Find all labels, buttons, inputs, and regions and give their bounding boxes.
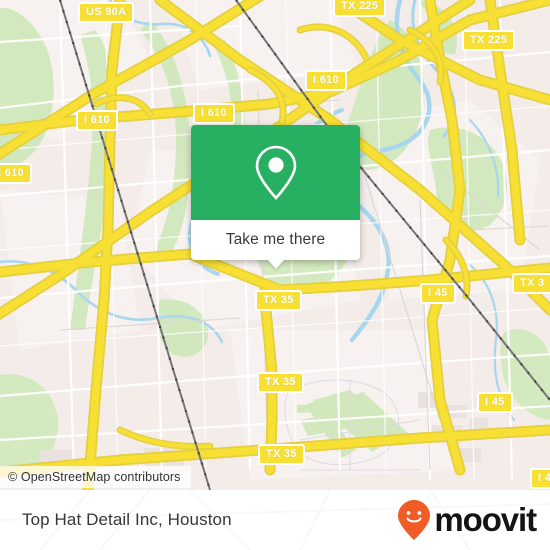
location-popup-card[interactable]: Take me there [191, 125, 360, 269]
road-shield: TX 225 [462, 30, 516, 51]
popup-header [191, 125, 360, 220]
road-shield: I 45 [530, 468, 550, 489]
moovit-wordmark: moovit [434, 501, 537, 538]
road-shield: TX 35 [255, 290, 302, 311]
road-shield: I 45 [420, 283, 456, 304]
road-shield: I 610 [76, 110, 118, 131]
page-footer: Top Hat Detail Inc, Houston moovit [0, 490, 550, 550]
popup-pointer-tail [266, 259, 285, 269]
road-shield: TX 225 [333, 0, 387, 17]
map-pin-icon [255, 145, 296, 200]
moovit-smiley-pin-icon [398, 500, 431, 540]
road-shield: I 610 [305, 70, 347, 91]
road-shield: I 610 [0, 163, 32, 184]
road-shield: TX 35 [257, 372, 304, 393]
road-shield: US 90A [78, 2, 135, 23]
road-shield: I 45 [477, 392, 513, 413]
take-me-there-label: Take me there [225, 231, 326, 248]
place-title: Top Hat Detail Inc, Houston [22, 510, 232, 529]
road-shield: TX 3 [512, 273, 550, 294]
moovit-logo[interactable]: moovit [397, 499, 537, 541]
road-shield: TX 35 [258, 444, 305, 465]
map-attribution[interactable]: © OpenStreetMap contributors [0, 466, 191, 488]
popup-footer[interactable]: Take me there [191, 220, 360, 269]
road-shield: I 610 [193, 103, 235, 124]
moovit-map-page: US 90A TX 225 TX 225 I 610 I 610 I 610 I… [0, 0, 550, 550]
